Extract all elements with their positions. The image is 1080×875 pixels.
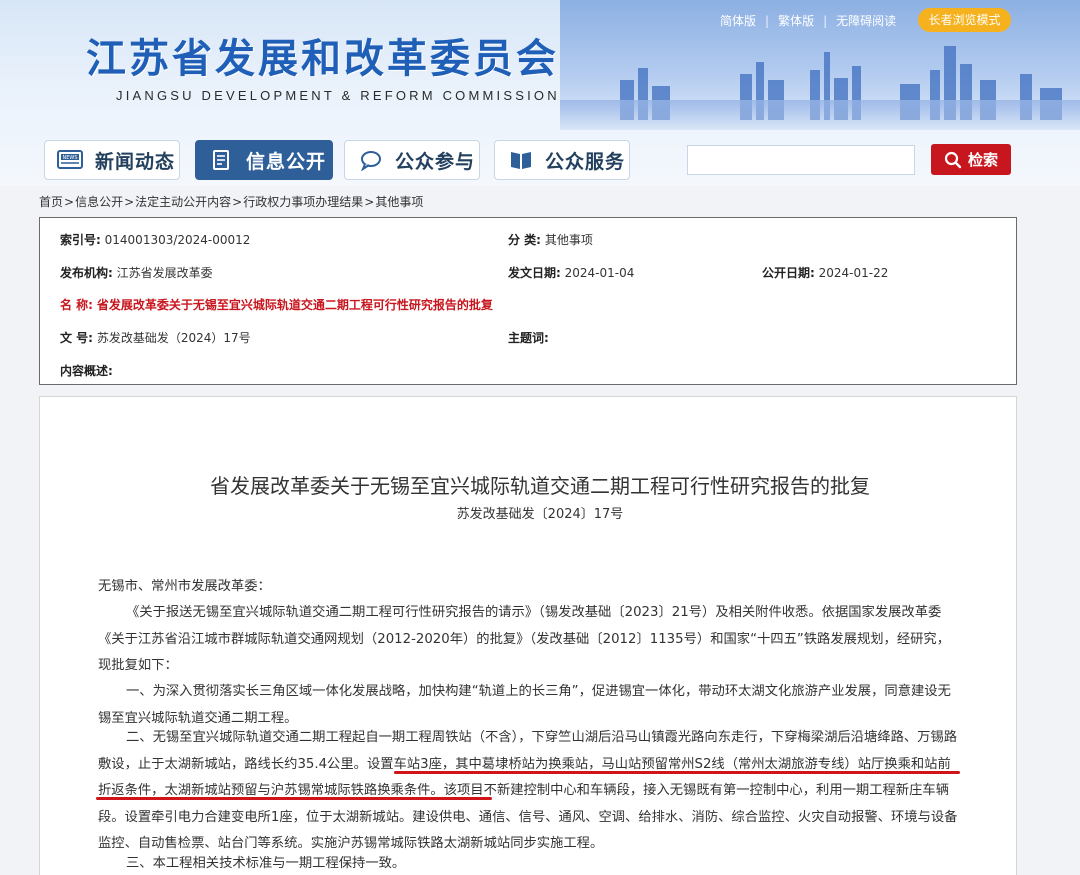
doc-date-label: 发文日期: [508,266,561,280]
name-row: 名 称: 省发展改革委关于无锡至宜兴城际轨道交通二期工程可行性研究报告的批复 [60,296,493,313]
nav-participation-label: 公众参与 [395,150,476,173]
docno-label: 文 号: [60,331,93,345]
index-label: 索引号: [60,233,101,247]
document-metadata: 索引号: 014001303/2024-00012 分 类: 其他事项 发布机构… [39,217,1017,385]
highlight-underline [394,771,960,774]
simplified-link[interactable]: 简体版 [720,12,756,29]
doc-date-value: 2024-01-04 [564,266,635,280]
pub-date-value: 2024-01-22 [818,266,889,280]
search-input[interactable] [687,145,915,175]
name-value: 省发展改革委关于无锡至宜兴城际轨道交通二期工程可行性研究报告的批复 [96,298,493,312]
elder-mode-button[interactable]: 长者浏览模式 [918,8,1011,32]
accessibility-link[interactable]: 无障碍阅读 [836,12,896,29]
publisher-label: 发布机构: [60,266,113,280]
breadcrumb-other[interactable]: 其他事项 [375,195,423,209]
recipient: 无锡市、常州市发展改革委： [98,579,271,594]
index-row: 索引号: 014001303/2024-00012 [60,231,250,248]
search-icon [944,151,962,168]
keywords-row: 主题词: [508,329,549,346]
nav-news-label: 新闻动态 [95,150,176,173]
highlight-underline [96,797,492,800]
publisher-value: 江苏省发展改革委 [116,266,213,280]
pub-date-label: 公开日期: [762,266,815,280]
site-title: 江苏省发展和改革委员会 [86,35,559,82]
document-number: 苏发改基础发〔2024〕17号 [456,507,624,522]
doc-date-row: 发文日期: 2024-01-04 [508,264,634,281]
document-title: 省发展改革委关于无锡至宜兴城际轨道交通二期工程可行性研究报告的批复 [210,474,870,498]
name-label: 名 称: [60,298,93,312]
breadcrumb-info[interactable]: 信息公开 [75,195,123,209]
index-value: 014001303/2024-00012 [104,233,251,247]
nav-service-label: 公众服务 [545,150,626,173]
nav-info-public[interactable]: 信息公开 [195,140,333,180]
breadcrumb-statutory[interactable]: 法定主动公开内容 [135,195,231,209]
breadcrumb: 首页>信息公开>法定主动公开内容>行政权力事项办理结果>其他事项 [39,195,424,209]
svg-text:NEWS: NEWS [62,155,77,161]
book-icon [507,149,535,171]
publisher-row: 发布机构: 江苏省发展改革委 [60,264,213,281]
search-button[interactable]: 检索 [931,144,1011,175]
nav-info-label: 信息公开 [246,150,327,173]
category-value: 其他事项 [544,233,593,247]
keywords-label: 主题词: [508,331,549,345]
paragraph-2: 二、无锡至宜兴城际轨道交通二期工程起自一期工程周铁站（不含），下穿竺山湖后沿马山… [98,730,958,851]
top-links: 简体版 | 繁体版 | 无障碍阅读 [720,12,896,29]
summary-row: 内容概述: [60,362,113,379]
paragraph-3: 三、本工程相关技术标准与一期工程保持一致。 [126,856,406,871]
summary-label: 内容概述: [60,364,113,378]
chat-icon [357,149,385,172]
search-button-label: 检索 [967,151,998,169]
category-label: 分 类: [508,233,541,247]
paragraph-intro: 《关于报送无锡至宜兴城际轨道交通二期工程可行性研究报告的请示》（锡发改基础〔20… [98,605,951,673]
docno-value: 苏发改基础发（2024）17号 [96,331,251,345]
divider: | [823,13,828,28]
site-subtitle: JIANGSU DEVELOPMENT & REFORM COMMISSION [116,88,560,103]
breadcrumb-admin[interactable]: 行政权力事项办理结果 [243,195,363,209]
traditional-link[interactable]: 繁体版 [778,12,814,29]
divider: | [765,13,770,28]
news-icon: NEWS [57,149,85,171]
header-water [560,100,1080,130]
category-row: 分 类: 其他事项 [508,231,593,248]
pub-date-row: 公开日期: 2024-01-22 [762,264,888,281]
breadcrumb-home[interactable]: 首页 [39,195,63,209]
nav-news[interactable]: NEWS 新闻动态 [44,140,180,180]
docno-row: 文 号: 苏发改基础发（2024）17号 [60,329,251,346]
nav-public-participation[interactable]: 公众参与 [344,140,480,180]
document-icon [208,149,236,171]
nav-public-service[interactable]: 公众服务 [494,140,630,180]
